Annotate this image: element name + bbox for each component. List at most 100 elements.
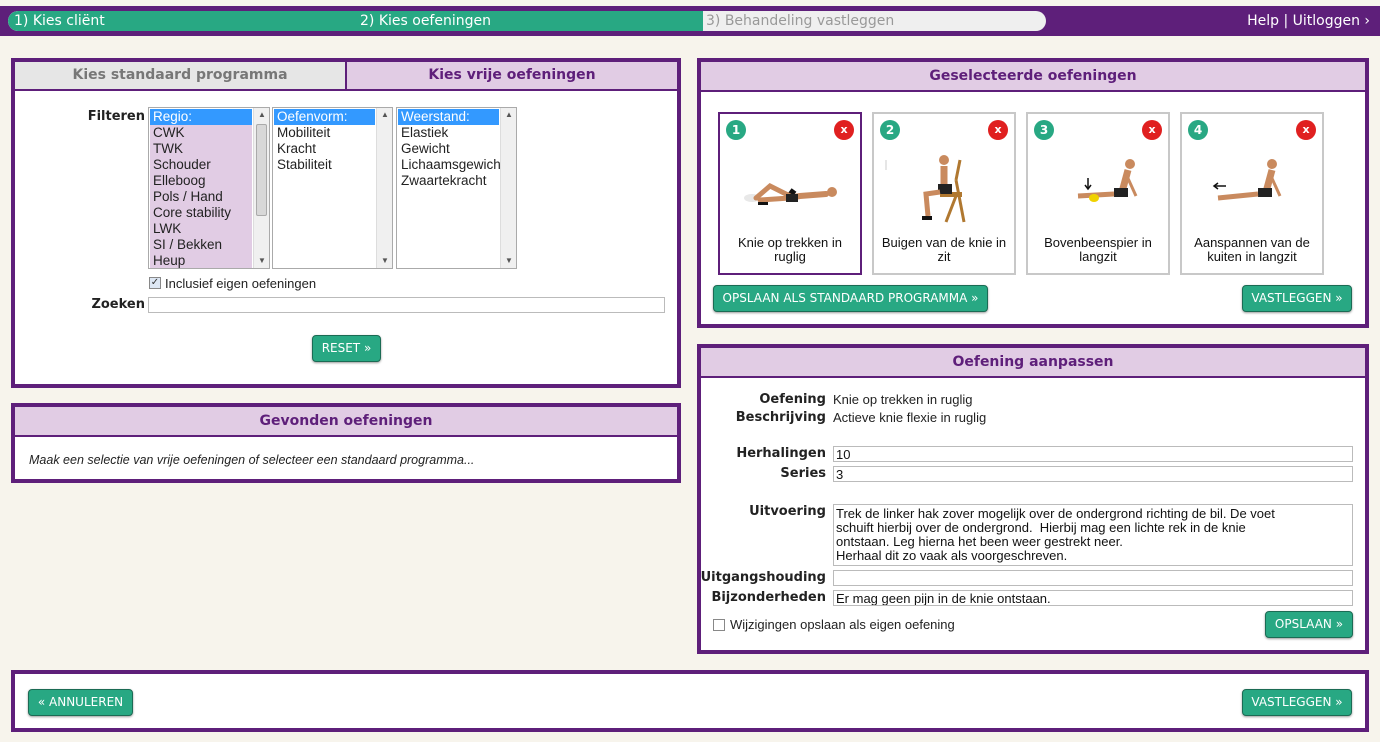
save-own-label: Wijzigingen opslaan als eigen oefening [730,617,955,632]
listbox-option[interactable]: Heup [150,253,252,268]
exercise-number-badge: 1 [726,120,746,140]
series-input[interactable]: 3 [833,466,1353,482]
save-as-standard-button[interactable]: OPSLAAN ALS STANDAARD PROGRAMMA » [713,285,988,312]
exercise-name-value: Knie op trekken in ruglig [833,392,973,407]
series-label: Series [780,466,826,481]
filter-label: Filteren [87,109,145,124]
execution-textarea[interactable]: Trek de linker hak zover mogelijk over d… [833,504,1353,566]
save-own-checkbox[interactable] [713,619,725,631]
cancel-button[interactable]: « ANNULEREN [28,689,133,716]
edit-exercise-panel: Oefening aanpassen [697,344,1369,654]
listbox-option[interactable]: Elastiek [398,125,499,141]
listbox-option[interactable]: Kracht [274,141,375,157]
reps-input[interactable]: 10 [833,446,1353,462]
listbox-option[interactable]: Core stability [150,205,252,221]
tab-standard-program[interactable]: Kies standaard programma [15,62,347,89]
scroll-thumb[interactable] [256,124,267,216]
selected-exercises-title: Geselecteerde oefeningen [701,62,1365,92]
listbox-option[interactable]: SI / Bekken [150,237,252,253]
listbox-option[interactable]: Pols / Hand [150,189,252,205]
listbox-option[interactable]: Oefenvorm: [274,109,375,125]
exercise-label: Bovenbeenspier in langzit [1044,235,1152,264]
remove-exercise-icon[interactable]: x [834,120,854,140]
link-separator: | [1283,13,1289,29]
found-exercises-message: Maak een selectie van vrije oefeningen o… [29,453,475,467]
help-link[interactable]: Help [1247,13,1279,29]
search-label: Zoeken [91,297,145,312]
listbox-option[interactable]: LWK [150,221,252,237]
exercise-card-1[interactable]: 1 x Knie op trekken in ruglig [718,112,862,275]
weerstand-listbox[interactable]: Weerstand: Elastiek Gewicht Lichaamsgewicht… [396,107,517,269]
exercise-supine-knee-icon [744,183,837,205]
scroll-up-icon[interactable]: ▲ [501,108,516,122]
listbox-option[interactable]: TWK [150,141,252,157]
save-exercise-button[interactable]: OPSLAAN » [1265,611,1353,638]
exercise-longsit-quad-icon [1077,159,1138,202]
weerstand-options: Weerstand: Elastiek Gewicht Lichaamsgewicht… [398,109,505,189]
oefenvorm-options: Oefenvorm: Mobiliteit Kracht Stabiliteit [274,109,375,173]
exercise-card-3[interactable]: 3 x Bovenbeenspier in langzit [1026,112,1170,275]
listbox-option[interactable]: Elleboog [150,173,252,189]
start-position-label: Uitgangshouding [700,570,826,585]
search-input[interactable] [148,297,665,313]
listbox-option[interactable]: Stabiliteit [274,157,375,173]
exercise-name-label: Oefening [759,392,826,407]
found-exercises-panel: Gevonden oefeningen Maak een selectie va… [11,403,681,483]
listbox-option[interactable]: Weerstand: [398,109,499,125]
wizard-progress-fill [8,11,704,31]
program-tabs: Kies standaard programma Kies vrije oefe… [15,62,677,91]
listbox-option[interactable]: CWK [150,125,252,141]
scroll-down-icon[interactable]: ▼ [254,254,269,268]
description-label: Beschrijving [735,410,826,425]
wizard-bar: 1) Kies cliënt 2) Kies oefeningen 3) Beh… [0,6,1380,36]
exercise-card-2[interactable]: 2 x Buigen van de knie in zit [872,112,1016,275]
exercise-longsit-calf-icon [1212,159,1282,201]
reps-label: Herhalingen [736,446,826,461]
found-exercises-title: Gevonden oefeningen [15,407,677,437]
exercise-label: Buigen van de knie in zit [881,235,1007,264]
edit-exercise-title: Oefening aanpassen [701,348,1365,378]
oefenvorm-scrollbar[interactable]: ▲ ▼ [376,108,392,268]
tab-free-exercises[interactable]: Kies vrije oefeningen [347,62,677,89]
exercise-label: Knie op trekken in ruglig [737,235,843,264]
exercise-card-4[interactable]: 4 x Aanspannen van de kuiten in langzit [1180,112,1324,275]
reset-button[interactable]: RESET » [312,335,381,362]
scroll-up-icon[interactable]: ▲ [377,108,392,122]
remove-exercise-icon[interactable]: x [1296,120,1316,140]
regio-listbox[interactable]: Regio: CWK TWK Schouder Elleboog Pols / Hand C… [148,107,270,269]
listbox-option[interactable]: Lichaamsgewicht [398,157,505,173]
regio-options: Regio: CWK TWK Schouder Elleboog Pols / Hand C… [150,109,252,268]
particulars-label: Bijzonderheden [711,590,826,605]
exercise-label: Aanspannen van de kuiten in langzit [1194,235,1310,264]
exercise-number-badge: 3 [1034,120,1054,140]
regio-scrollbar[interactable]: ▲ ▼ [253,108,269,268]
scroll-up-icon[interactable]: ▲ [254,108,269,122]
step-behandeling-vastleggen: 3) Behandeling vastleggen [706,13,895,29]
exercise-seated-knee-icon [885,155,966,223]
include-own-checkbox[interactable]: ✓ [149,277,161,289]
remove-exercise-icon[interactable]: x [988,120,1008,140]
listbox-option[interactable]: Schouder [150,157,252,173]
exercise-number-badge: 2 [880,120,900,140]
weerstand-scrollbar[interactable]: ▲ ▼ [500,108,516,268]
logout-link[interactable]: Uitloggen › [1293,13,1370,29]
finalize-button[interactable]: VASTLEGGEN » [1242,689,1352,716]
step-kies-oefeningen[interactable]: 2) Kies oefeningen [360,11,491,31]
top-links: Help | Uitloggen › [1247,6,1370,36]
oefenvorm-listbox[interactable]: Oefenvorm: Mobiliteit Kracht Stabiliteit ▲ … [272,107,393,269]
listbox-option[interactable]: Zwaartekracht [398,173,499,189]
remove-exercise-icon[interactable]: x [1142,120,1162,140]
scroll-down-icon[interactable]: ▼ [377,254,392,268]
finalize-selected-button[interactable]: VASTLEGGEN » [1242,285,1352,312]
listbox-option[interactable]: Regio: [150,109,252,125]
scroll-down-icon[interactable]: ▼ [501,254,516,268]
filter-panel: Kies standaard programma Kies vrije oefe… [11,58,681,388]
listbox-option[interactable]: Mobiliteit [274,125,375,141]
step-kies-client[interactable]: 1) Kies cliënt [14,11,105,31]
particulars-input[interactable]: Er mag geen pijn in de knie ontstaan. [833,590,1353,606]
listbox-option[interactable]: Gewicht [398,141,499,157]
include-own-label: Inclusief eigen oefeningen [165,276,317,291]
start-position-input[interactable] [833,570,1353,586]
execution-label: Uitvoering [749,504,826,519]
wizard-progress: 1) Kies cliënt 2) Kies oefeningen 3) Beh… [8,11,1046,31]
